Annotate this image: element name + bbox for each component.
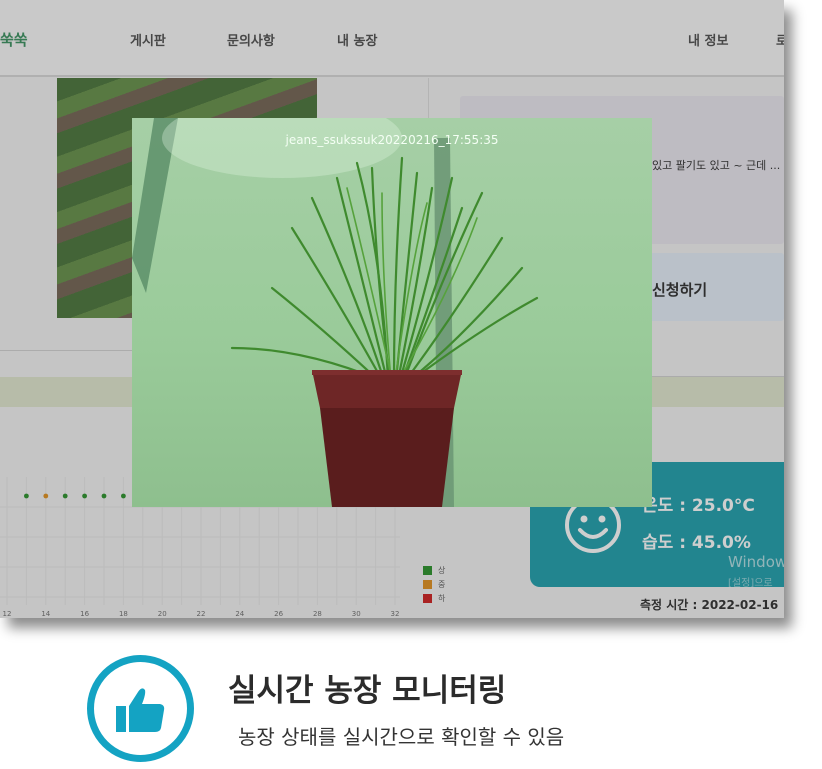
feature-subtitle: 농장 상태를 실시간으로 확인할 수 있음: [238, 725, 565, 749]
thumbs-up-icon: [116, 688, 165, 732]
webcam-popup[interactable]: jeans_ssukssuk20220216_17:55:35: [132, 118, 652, 507]
plant-camera-image: [132, 118, 539, 507]
dashboard-screenshot: 쑥쑥 게시판 문의사항 내 농장 내 정보 로 있고 팔기도 있고 ~ 근데 .…: [0, 0, 784, 618]
thumbs-up-badge: [87, 655, 194, 762]
camera-timestamp: jeans_ssukssuk20220216_17:55:35: [285, 133, 499, 147]
feature-title: 실시간 농장 모니터링: [228, 673, 507, 709]
